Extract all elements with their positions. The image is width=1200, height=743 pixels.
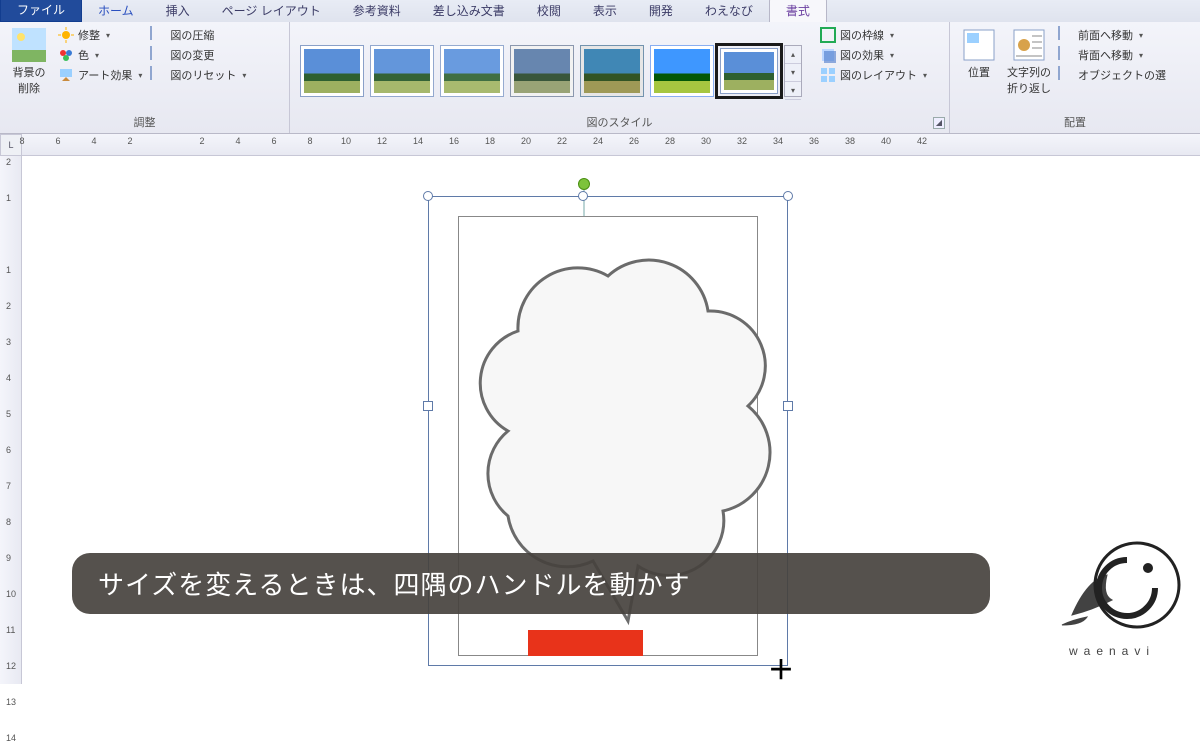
style-gallery: ▴▾▾ [296,26,806,112]
tab-references[interactable]: 参考資料 [337,0,417,22]
waenavi-logo-text: waenavi [1042,644,1182,658]
waenavi-logo-icon [1042,530,1182,640]
resize-handle-nw[interactable] [423,191,433,201]
remove-background-button[interactable]: 背景の 削除 [6,26,52,112]
brush-icon [58,67,74,83]
selection-pane-label: オブジェクトの選 [1078,67,1166,83]
effects-icon [820,47,836,63]
scroll-up-icon: ▴ [785,46,801,64]
tab-home[interactable]: ホーム [82,0,150,22]
picture-border-label: 図の枠線 [840,27,884,43]
resize-handle-w[interactable] [423,401,433,411]
scroll-down-icon: ▾ [785,64,801,82]
remove-background-label: 背景の 削除 [13,64,46,96]
tab-insert[interactable]: 挿入 [150,0,206,22]
style-gallery-more[interactable]: ▴▾▾ [784,45,802,97]
reset-icon [150,67,166,83]
change-picture-icon [150,47,166,63]
tutorial-caption: サイズを変えるときは、四隅のハンドルを動かす [72,553,990,614]
color-label: 色 [78,47,89,63]
picture-border-button[interactable]: 図の枠線 [818,26,929,44]
vertical-ruler[interactable]: 211234567891011121314 [0,156,22,684]
style-thumb-7-selected[interactable] [720,48,778,94]
resize-handle-e[interactable] [783,401,793,411]
tab-mailings[interactable]: 差し込み文書 [417,0,521,22]
highlight-bar [528,630,643,656]
style-thumb-5[interactable] [580,45,644,97]
resize-handle-n[interactable] [578,191,588,201]
styles-dialog-launcher[interactable]: ◢ [933,117,945,129]
bring-forward-label: 前面へ移動 [1078,27,1133,43]
change-label: 図の変更 [170,47,214,63]
send-backward-label: 背面へ移動 [1078,47,1133,63]
picture-effects-button[interactable]: 図の効果 [818,46,929,64]
style-thumb-2[interactable] [370,45,434,97]
resize-handle-ne[interactable] [783,191,793,201]
waenavi-logo: waenavi [1042,530,1182,658]
picture-layout-label: 図のレイアウト [840,67,917,83]
send-backward-icon [1058,47,1074,63]
expand-gallery-icon: ▾ [785,82,801,100]
tab-developer[interactable]: 開発 [633,0,689,22]
picture-layout-button[interactable]: 図のレイアウト [818,66,929,84]
corrections-button[interactable]: 修整 [56,26,144,44]
artistic-effects-button[interactable]: アート効果 [56,66,144,84]
group-adjust: 背景の 削除 修整 色 アート効果 図の圧縮 図の変更 図のリセット 調整 [0,22,290,133]
sun-icon [58,27,74,43]
compress-picture-button[interactable]: 図の圧縮 [148,26,248,44]
palette-icon [58,47,74,63]
bring-forward-icon [1058,27,1074,43]
position-icon [962,28,996,62]
position-label: 位置 [968,64,990,80]
tab-review[interactable]: 校閲 [521,0,577,22]
selection-pane-icon [1058,67,1074,83]
group-arrange: 位置 文字列の 折り返し 前面へ移動 背面へ移動 オブジェクトの選 配置 [950,22,1200,133]
change-picture-button[interactable]: 図の変更 [148,46,248,64]
bring-forward-button[interactable]: 前面へ移動 [1056,26,1168,44]
compress-label: 図の圧縮 [170,27,214,43]
tab-pagelayout[interactable]: ページ レイアウト [206,0,337,22]
wrap-label: 文字列の 折り返し [1007,64,1051,96]
group-picture-styles: ▴▾▾ 図の枠線 図の効果 図のレイアウト 図のスタイル ◢ [290,22,950,133]
tab-format[interactable]: 書式 [769,0,827,22]
tab-waenavi[interactable]: わえなび [689,0,769,22]
style-thumb-4[interactable] [510,45,574,97]
selection-pane-button[interactable]: オブジェクトの選 [1056,66,1168,84]
corrections-label: 修整 [78,27,100,43]
border-icon [820,27,836,43]
send-backward-button[interactable]: 背面へ移動 [1056,46,1168,64]
resize-cursor-icon: ＋ [768,650,794,687]
picture-effects-label: 図の効果 [840,47,884,63]
group-adjust-label: 調整 [6,112,283,133]
remove-background-icon [12,28,46,62]
menu-tabs: ファイル ホーム 挿入 ページ レイアウト 参考資料 差し込み文書 校閲 表示 … [0,0,1200,22]
style-thumb-1[interactable] [300,45,364,97]
color-button[interactable]: 色 [56,46,144,64]
layout-icon [820,67,836,83]
position-button[interactable]: 位置 [956,26,1002,112]
style-thumb-3[interactable] [440,45,504,97]
ribbon: 背景の 削除 修整 色 アート効果 図の圧縮 図の変更 図のリセット 調整 [0,22,1200,134]
group-styles-label: 図のスタイル [296,112,943,133]
compress-icon [150,27,166,43]
horizontal-ruler[interactable]: 8642246810121416182022242628303234363840… [22,134,1200,156]
artistic-label: アート効果 [78,67,132,83]
wrap-icon [1012,28,1046,62]
reset-label: 図のリセット [170,67,236,83]
reset-picture-button[interactable]: 図のリセット [148,66,248,84]
text-wrap-button[interactable]: 文字列の 折り返し [1006,26,1052,112]
group-arrange-label: 配置 [956,112,1194,133]
style-thumb-6[interactable] [650,45,714,97]
tab-file[interactable]: ファイル [0,0,82,22]
tab-view[interactable]: 表示 [577,0,633,22]
rotation-handle[interactable] [578,178,590,190]
